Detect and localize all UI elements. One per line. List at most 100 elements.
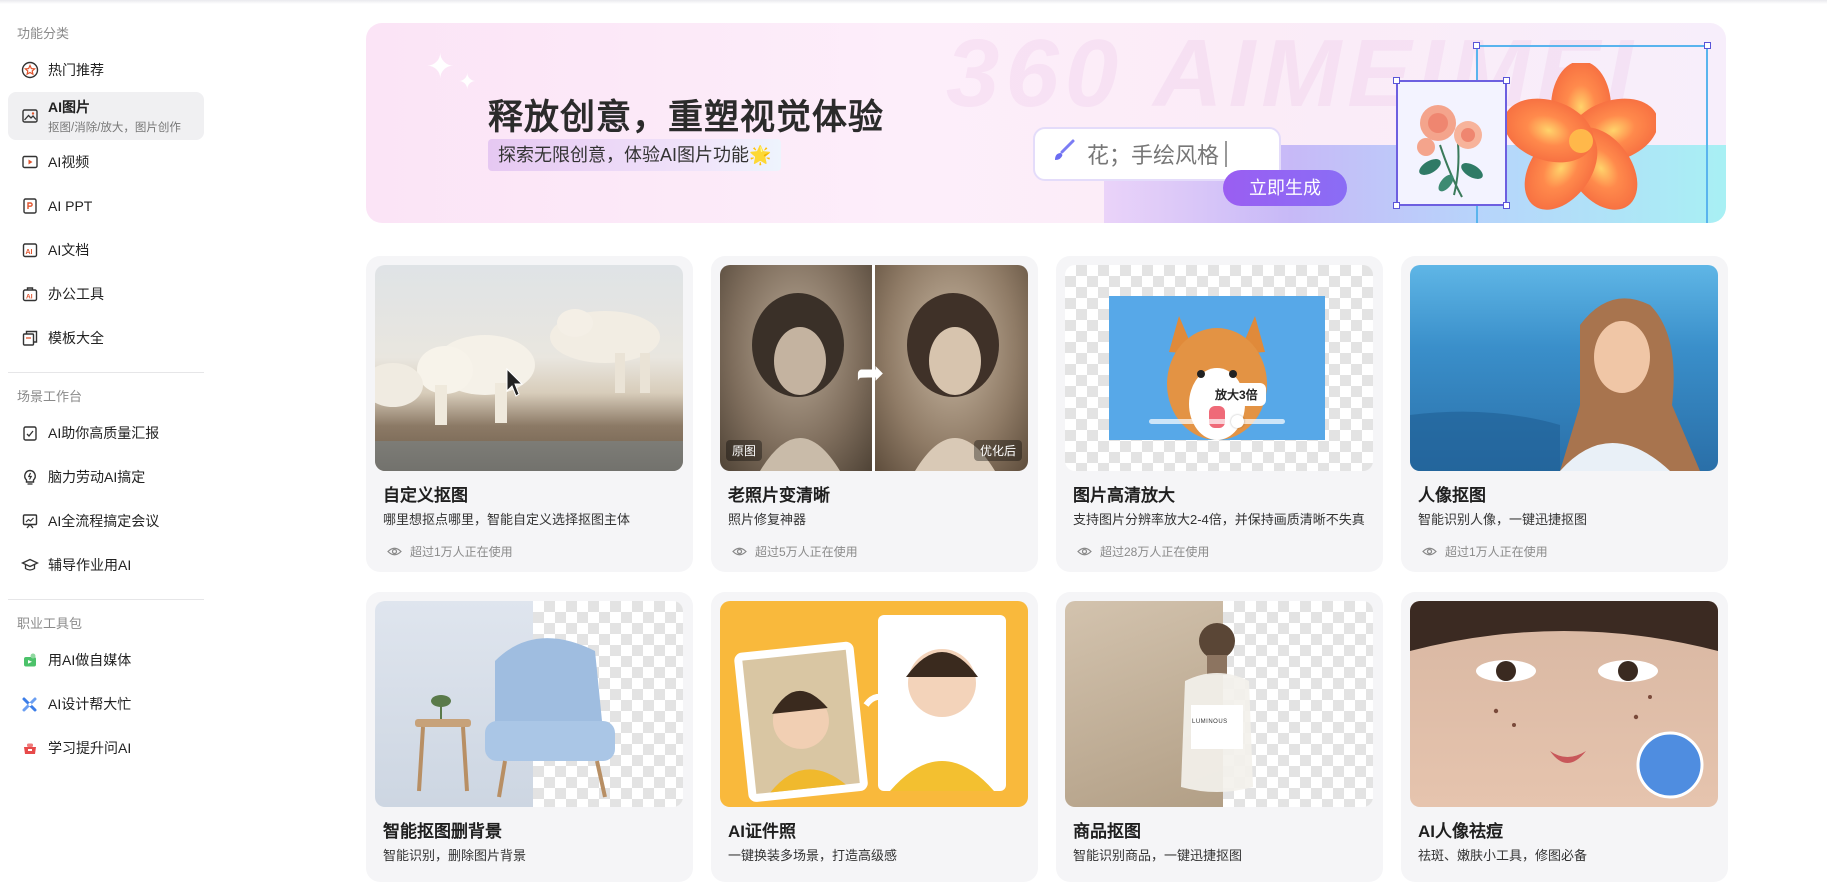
sidebar-item-templates[interactable]: 模板大全 bbox=[8, 316, 204, 360]
zoom-badge: 放大3倍 bbox=[1207, 383, 1266, 406]
sidebar-item-label: 模板大全 bbox=[48, 330, 104, 346]
sidebar-item-label: 学习提升问AI bbox=[48, 740, 132, 756]
bottle-image bbox=[1181, 623, 1253, 792]
brush-icon bbox=[1051, 138, 1077, 170]
portrait-image bbox=[1410, 298, 1700, 471]
resize-handle[interactable] bbox=[1704, 42, 1711, 49]
usage-text: 超过5万人正在使用 bbox=[755, 545, 858, 559]
banner-subline: 探索无限创意，体验AI图片功能🌟 bbox=[488, 139, 782, 171]
tool-card-acne-removal[interactable]: AI人像祛痘 祛斑、嫩肤小工具，修图必备 bbox=[1401, 592, 1728, 882]
sidebar-item-study[interactable]: 学习提升问AI bbox=[8, 726, 204, 770]
sidebar-item-design[interactable]: AI设计帮大忙 bbox=[8, 682, 204, 726]
card-thumbnail: 放大3倍 bbox=[1065, 265, 1373, 471]
resize-handle[interactable] bbox=[1393, 202, 1400, 209]
sidebar-item-media[interactable]: 用AI做自媒体 bbox=[8, 638, 204, 682]
sidebar-item-label: AI文档 bbox=[48, 242, 90, 258]
after-tag: 优化后 bbox=[973, 440, 1022, 461]
tool-card-product-cutout[interactable]: LUMINOUS 商品抠图 智能识别商品，一键迅捷抠图 bbox=[1056, 592, 1383, 882]
sidebar-item-office-tools[interactable]: AI 办公工具 bbox=[8, 272, 204, 316]
usage-text: 超过1万人正在使用 bbox=[410, 545, 513, 559]
polar-bears-image bbox=[375, 309, 683, 471]
sidebar-item-label: AI助你高质量汇报 bbox=[48, 425, 160, 441]
group-title: 场景工作台 bbox=[17, 389, 83, 404]
zoom-slider[interactable] bbox=[1149, 415, 1285, 428]
generate-button[interactable]: 立即生成 bbox=[1223, 170, 1347, 206]
top-border bbox=[0, 0, 1827, 4]
sidebar-item-ai-ppt[interactable]: AI PPT bbox=[8, 184, 204, 228]
sidebar-group-scenes: 场景工作台 AI助你高质量汇报 脑力劳动AI搞定 AI全流程搞定会议 辅导作业用… bbox=[0, 387, 210, 587]
report-icon bbox=[20, 423, 40, 443]
sidebar-item-report[interactable]: AI助你高质量汇报 bbox=[8, 411, 204, 455]
tool-card-old-photo[interactable]: ➦ 原图 优化后 老照片变清晰 照片修复神器 超过5万人正在使用 bbox=[711, 256, 1038, 572]
card-thumbnail bbox=[1410, 265, 1718, 471]
card-title: 商品抠图 bbox=[1073, 822, 1141, 841]
card-description: 照片修复神器 bbox=[728, 512, 807, 527]
sidebar-item-brain[interactable]: 脑力劳动AI搞定 bbox=[8, 455, 204, 499]
sidebar-item-sublabel: 抠图/消除/放大，图片创作 bbox=[48, 122, 181, 134]
card-thumbnail bbox=[375, 601, 683, 807]
eye-icon bbox=[732, 546, 747, 557]
slider-thumb[interactable] bbox=[1231, 415, 1244, 428]
card-title: 智能抠图删背景 bbox=[383, 822, 502, 841]
arrow-right-icon: ➦ bbox=[856, 354, 885, 392]
sidebar-item-label: AI视频 bbox=[48, 154, 90, 170]
card-title: 图片高清放大 bbox=[1073, 486, 1175, 505]
tool-card-custom-cutout[interactable]: 自定义抠图 哪里想抠点哪里，智能自定义选择抠图主体 超过1万人正在使用 bbox=[366, 256, 693, 572]
sidebar-item-label: AI全流程搞定会议 bbox=[48, 513, 160, 529]
resize-handle[interactable] bbox=[1503, 77, 1510, 84]
card-title: AI证件照 bbox=[728, 822, 796, 841]
card-description: 一键换装多场景，打造高级感 bbox=[728, 848, 898, 863]
sidebar-item-label: 用AI做自媒体 bbox=[48, 652, 132, 668]
sidebar-item-ai-video[interactable]: AI视频 bbox=[8, 140, 204, 184]
divider bbox=[8, 599, 204, 600]
card-description: 智能识别商品，一键迅捷抠图 bbox=[1073, 848, 1243, 863]
text-caret bbox=[1225, 141, 1228, 167]
tool-card-id-photo[interactable]: AI证件照 一键换装多场景，打造高级感 bbox=[711, 592, 1038, 882]
banner-headline: 释放创意，重塑视觉体验 bbox=[488, 98, 885, 137]
sidebar-item-label: AI图片 bbox=[48, 99, 90, 115]
card-title: 人像抠图 bbox=[1418, 486, 1486, 505]
card-description: 智能识别，删除图片背景 bbox=[383, 848, 527, 863]
tool-card-portrait-cutout[interactable]: 人像抠图 智能识别人像，一键迅捷抠图 超过1万人正在使用 bbox=[1401, 256, 1728, 572]
card-description: 支持图片分辨率放大2-4倍，并保持画质清晰不失真 bbox=[1073, 512, 1365, 527]
education-icon bbox=[20, 555, 40, 575]
card-thumbnail: ➦ 原图 优化后 bbox=[720, 265, 1028, 471]
card-title: AI人像祛痘 bbox=[1418, 822, 1503, 841]
sidebar-item-ai-image[interactable]: AI图片 抠图/消除/放大，图片创作 bbox=[8, 92, 204, 140]
card-usage: 超过1万人正在使用 bbox=[387, 543, 513, 560]
hero-banner[interactable]: 360 AIMEIMEI ✦ ✦ 释放创意，重塑视觉体验 探索无限创意，体验AI… bbox=[366, 23, 1726, 223]
sidebar-item-education[interactable]: 辅导作业用AI bbox=[8, 543, 204, 587]
doc-icon: AI bbox=[20, 240, 40, 260]
office-icon: AI bbox=[20, 284, 40, 304]
group-title: 职业工具包 bbox=[17, 616, 83, 631]
meeting-icon bbox=[20, 511, 40, 531]
card-thumbnail bbox=[720, 601, 1028, 807]
sidebar-item-label: AI PPT bbox=[48, 198, 93, 214]
face-image bbox=[1410, 601, 1718, 799]
svg-text:AI: AI bbox=[26, 249, 33, 256]
card-description: 祛斑、嫩肤小工具，修图必备 bbox=[1418, 848, 1588, 863]
card-thumbnail: LUMINOUS bbox=[1065, 601, 1373, 807]
sidebar-item-meeting[interactable]: AI全流程搞定会议 bbox=[8, 499, 204, 543]
usage-text: 超过1万人正在使用 bbox=[1445, 545, 1548, 559]
resize-handle[interactable] bbox=[1503, 202, 1510, 209]
study-icon bbox=[20, 738, 40, 758]
eye-icon bbox=[387, 546, 402, 557]
peony-illustration bbox=[1417, 105, 1483, 198]
id-photo-image bbox=[734, 615, 1006, 802]
chair-image bbox=[415, 638, 615, 798]
tool-card-remove-bg[interactable]: 智能抠图删背景 智能识别，删除图片背景 bbox=[366, 592, 693, 882]
eye-icon bbox=[1422, 546, 1437, 557]
resize-handle[interactable] bbox=[1473, 42, 1480, 49]
before-tag: 原图 bbox=[726, 440, 763, 461]
tool-card-upscale[interactable]: 放大3倍 图片高清放大 支持图片分辨率放大2-4倍，并保持画质清晰不失真 超过2… bbox=[1056, 256, 1383, 572]
sidebar-item-hot[interactable]: 热门推荐 bbox=[8, 48, 204, 92]
resize-handle[interactable] bbox=[1393, 77, 1400, 84]
sidebar-group-features: 功能分类 热门推荐 AI图片 抠图/消除/放大，图片创作 AI视频 AI PPT… bbox=[0, 24, 210, 360]
usage-text: 超过28万人正在使用 bbox=[1100, 545, 1210, 559]
sidebar-item-label: 辅导作业用AI bbox=[48, 557, 132, 573]
sidebar: 功能分类 热门推荐 AI图片 抠图/消除/放大，图片创作 AI视频 AI PPT… bbox=[0, 24, 210, 770]
card-usage: 超过1万人正在使用 bbox=[1422, 543, 1548, 560]
sidebar-item-ai-doc[interactable]: AI AI文档 bbox=[8, 228, 204, 272]
card-usage: 超过5万人正在使用 bbox=[732, 543, 858, 560]
